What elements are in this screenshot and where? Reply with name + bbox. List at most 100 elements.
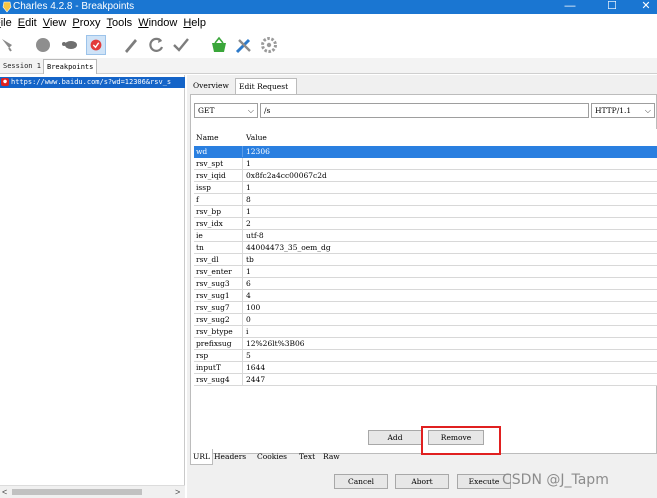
- param-value-cell[interactable]: 12%26lt%3B06: [246, 338, 305, 349]
- param-name-cell[interactable]: rsv_sug3: [194, 278, 243, 289]
- menu-tools[interactable]: Tools: [107, 14, 133, 32]
- tab-headers[interactable]: Headers: [212, 449, 248, 465]
- table-row[interactable]: rsv_bp 1: [194, 206, 657, 218]
- tab-overview[interactable]: Overview: [190, 78, 234, 94]
- param-name-cell[interactable]: inputT: [194, 362, 243, 373]
- table-row[interactable]: rsp 5: [194, 350, 657, 362]
- param-name-cell[interactable]: rsp: [194, 350, 243, 361]
- refresh-icon[interactable]: [146, 35, 166, 55]
- param-name-cell[interactable]: rsv_idx: [194, 218, 243, 229]
- table-row[interactable]: tn 44004473_35_oem_dg: [194, 242, 657, 254]
- compose-pen-icon[interactable]: [121, 35, 141, 55]
- cancel-button[interactable]: Cancel: [334, 474, 388, 489]
- tools-icon[interactable]: [234, 35, 254, 55]
- param-value-cell[interactable]: 100: [246, 302, 260, 313]
- param-value-cell[interactable]: 6: [246, 278, 251, 289]
- param-value-cell[interactable]: 2447: [246, 374, 265, 385]
- table-row[interactable]: issp 1: [194, 182, 657, 194]
- table-row[interactable]: rsv_sug7 100: [194, 302, 657, 314]
- param-name-cell[interactable]: wd: [194, 146, 243, 157]
- tab-breakpoints[interactable]: Breakpoints: [43, 59, 98, 74]
- param-value-cell[interactable]: 1: [246, 266, 251, 277]
- table-row[interactable]: rsv_idx 2: [194, 218, 657, 230]
- basket-icon[interactable]: [209, 35, 229, 55]
- param-value-cell[interactable]: tb: [246, 254, 254, 265]
- table-row[interactable]: f8: [194, 194, 657, 206]
- tab-raw[interactable]: Raw: [321, 449, 342, 465]
- maximize-button[interactable]: ☐: [602, 0, 622, 14]
- param-name-cell[interactable]: rsv_sug2: [194, 314, 243, 325]
- breakpoint-icon[interactable]: [86, 35, 106, 55]
- scroll-left-arrow-icon[interactable]: <: [2, 486, 7, 498]
- param-name-cell[interactable]: rsv_bp: [194, 206, 243, 217]
- param-value-cell[interactable]: 5: [246, 350, 251, 361]
- param-name-cell[interactable]: prefixsug: [194, 338, 243, 349]
- param-name-cell[interactable]: tn: [194, 242, 243, 253]
- table-row[interactable]: prefixsug 12%26lt%3B06: [194, 338, 657, 350]
- param-name-cell[interactable]: rsv_btype: [194, 326, 243, 337]
- table-row[interactable]: rsv_sug1 4: [194, 290, 657, 302]
- table-row[interactable]: ie utf-8: [194, 230, 657, 242]
- param-value-cell[interactable]: i: [246, 326, 248, 337]
- method-select[interactable]: GET ⌵: [194, 103, 258, 118]
- broom-icon[interactable]: [0, 35, 20, 55]
- tab-edit-request[interactable]: Edit Request: [235, 78, 297, 94]
- add-button[interactable]: Add: [368, 430, 422, 445]
- param-value-cell[interactable]: 1: [246, 182, 251, 193]
- tab-cookies[interactable]: Cookies: [255, 449, 289, 465]
- param-value-cell[interactable]: 4: [246, 290, 251, 301]
- param-value-cell[interactable]: 1: [246, 206, 251, 217]
- table-row[interactable]: inputT 1644: [194, 362, 657, 374]
- param-name-cell[interactable]: rsv_sug7: [194, 302, 243, 313]
- table-row[interactable]: rsv_iqid 0x8fc2a4cc00067c2d: [194, 170, 657, 182]
- param-name-cell[interactable]: rsv_sug1: [194, 290, 243, 301]
- record-icon[interactable]: [33, 35, 53, 55]
- param-value-cell[interactable]: 2: [246, 218, 251, 229]
- param-value-cell[interactable]: 0: [246, 314, 251, 325]
- table-row[interactable]: rsv_spt 1: [194, 158, 657, 170]
- table-row[interactable]: rsv_btype i: [194, 326, 657, 338]
- table-row[interactable]: rsv_sug2 0: [194, 314, 657, 326]
- param-name-cell[interactable]: rsv_enter: [194, 266, 243, 277]
- param-value-cell[interactable]: 0x8fc2a4cc00067c2d: [246, 170, 327, 181]
- param-name-cell[interactable]: rsv_spt: [194, 158, 243, 169]
- protocol-select[interactable]: HTTP/1.1 ⌵: [591, 103, 655, 118]
- tree-item-request[interactable]: ● https://www.baidu.com/s?wd=12306&rsv_s: [0, 77, 185, 88]
- table-row[interactable]: rsv_sug3 6: [194, 278, 657, 290]
- scrollbar-thumb[interactable]: [12, 489, 142, 495]
- param-value-cell[interactable]: 8: [246, 194, 251, 205]
- param-name-cell[interactable]: rsv_sug4: [194, 374, 243, 385]
- param-value-cell[interactable]: utf-8: [246, 230, 264, 241]
- menu-file[interactable]: File: [0, 14, 12, 32]
- menu-edit[interactable]: Edit: [18, 14, 37, 32]
- param-value-cell[interactable]: 1644: [246, 362, 265, 373]
- table-row[interactable]: rsv_sug4 2447: [194, 374, 657, 386]
- throttle-turtle-icon[interactable]: [60, 35, 80, 55]
- param-name-cell[interactable]: rsv_dl: [194, 254, 243, 265]
- minimize-button[interactable]: —: [560, 0, 580, 14]
- highlight-annotation-box: [421, 426, 501, 455]
- menu-proxy[interactable]: Proxy: [72, 14, 100, 32]
- tab-text[interactable]: Text: [297, 449, 317, 465]
- validate-check-icon[interactable]: [171, 35, 191, 55]
- path-input[interactable]: /s: [260, 103, 589, 118]
- menu-window[interactable]: Window: [138, 14, 177, 32]
- settings-gear-icon[interactable]: [259, 35, 279, 55]
- menu-view[interactable]: View: [43, 14, 67, 32]
- param-value-cell[interactable]: 1: [246, 158, 251, 169]
- param-name-cell[interactable]: issp: [194, 182, 243, 193]
- horizontal-scrollbar[interactable]: < >: [0, 485, 185, 498]
- abort-button[interactable]: Abort: [395, 474, 449, 489]
- tab-url[interactable]: URL: [190, 449, 213, 465]
- table-row[interactable]: rsv_enter 1: [194, 266, 657, 278]
- table-row[interactable]: rsv_dl tb: [194, 254, 657, 266]
- table-row[interactable]: wd 12306: [194, 146, 657, 158]
- param-name-cell[interactable]: f: [194, 194, 243, 205]
- close-button[interactable]: ✕: [636, 0, 656, 14]
- param-name-cell[interactable]: ie: [194, 230, 243, 241]
- param-value-cell[interactable]: 44004473_35_oem_dg: [246, 242, 331, 253]
- menu-help[interactable]: Help: [183, 14, 206, 32]
- scroll-right-arrow-icon[interactable]: >: [175, 486, 180, 498]
- param-value-cell[interactable]: 12306: [246, 146, 270, 157]
- param-name-cell[interactable]: rsv_iqid: [194, 170, 243, 181]
